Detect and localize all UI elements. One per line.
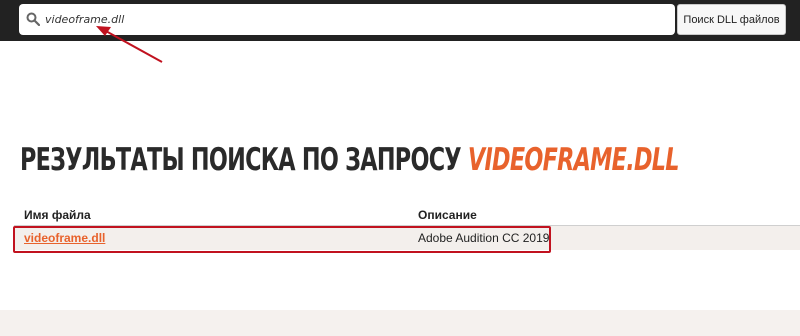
table-header-row: Имя файла Описание <box>14 205 800 226</box>
search-icon <box>26 12 40 26</box>
description-cell: Adobe Audition CC 2019 <box>408 225 800 250</box>
results-table: Имя файла Описание videoframe.dll Adobe … <box>14 205 800 250</box>
column-header-filename: Имя файла <box>14 205 408 226</box>
search-input[interactable] <box>45 4 665 35</box>
search-box[interactable] <box>19 4 675 35</box>
table-row: videoframe.dll Adobe Audition CC 2019 <box>14 225 800 250</box>
page-title-query: VIDEOFRAME.DLL <box>467 142 680 178</box>
search-dll-button[interactable]: Поиск DLL файлов <box>677 4 786 35</box>
footer-band <box>0 310 800 336</box>
file-cell: videoframe.dll <box>14 225 408 250</box>
page-title: РЕЗУЛЬТАТЫ ПОИСКА ПО ЗАПРОСУ VIDEOFRAME.… <box>20 142 679 178</box>
page-title-prefix: РЕЗУЛЬТАТЫ ПОИСКА ПО ЗАПРОСУ <box>20 142 462 178</box>
file-link[interactable]: videoframe.dll <box>24 231 105 245</box>
column-header-description: Описание <box>408 205 800 226</box>
top-bar: Поиск DLL файлов <box>0 0 800 41</box>
